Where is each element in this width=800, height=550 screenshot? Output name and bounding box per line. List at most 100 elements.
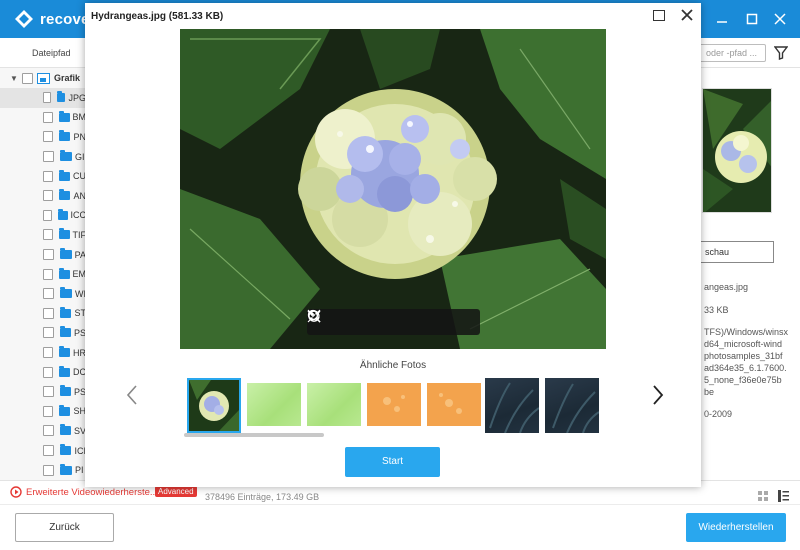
- folder-icon: [59, 424, 71, 436]
- tree-item[interactable]: JPG: [0, 88, 86, 108]
- photo-preview: [180, 29, 606, 349]
- tree-item[interactable]: SH: [0, 402, 86, 422]
- chevron-left-icon[interactable]: [125, 384, 139, 406]
- tree-item[interactable]: GI: [0, 147, 86, 167]
- checkbox[interactable]: [22, 72, 33, 84]
- tree-root-graphics[interactable]: ▼ Grafik: [10, 70, 80, 86]
- restore-button[interactable]: Wiederherstellen: [686, 513, 786, 542]
- checkbox[interactable]: [43, 92, 52, 104]
- close-icon[interactable]: [679, 7, 695, 23]
- list-view-icon[interactable]: [778, 490, 789, 502]
- file-path-value: TFS)/Windows/winsx d64_microsoft-wind ph…: [704, 326, 796, 398]
- photo-preview-dialog: Hydrangeas.jpg (581.33 KB) Ähnliche Foto…: [85, 3, 701, 487]
- zoom-out-icon[interactable]: [307, 309, 401, 330]
- advanced-video-recovery-link[interactable]: Erweiterte Videowiederherste...: [26, 487, 158, 498]
- file-type-tree: ▼ Grafik JPG BM PN GI CU AN ICC TIF PA EM WI ST PS HR…: [0, 68, 86, 480]
- folder-icon: [58, 208, 68, 220]
- checkbox[interactable]: [43, 209, 53, 221]
- folder-icon: [59, 306, 72, 318]
- checkbox[interactable]: [43, 405, 54, 417]
- thumbnail-orange[interactable]: [367, 383, 421, 426]
- tree-item[interactable]: ICI: [0, 441, 86, 461]
- path-line: ad364e35_6.1.7600.: [704, 363, 787, 373]
- rotate-right-icon[interactable]: [308, 310, 463, 330]
- folder-icon: [60, 287, 72, 299]
- tree-item[interactable]: ICC: [0, 206, 86, 226]
- folder-icon: [58, 228, 70, 240]
- tree-item-label: TIF: [72, 229, 87, 240]
- checkbox[interactable]: [43, 170, 54, 182]
- preview-button[interactable]: schau: [696, 241, 774, 263]
- tree-item[interactable]: WI: [0, 284, 86, 304]
- checkbox[interactable]: [43, 425, 54, 437]
- checkbox[interactable]: [43, 268, 53, 280]
- folder-icon: [59, 248, 72, 260]
- thumbnail-dark[interactable]: [545, 378, 599, 433]
- maximize-icon[interactable]: [653, 10, 665, 21]
- tree-item[interactable]: DC: [0, 362, 86, 382]
- thumbnail-orange[interactable]: [427, 383, 481, 426]
- rotate-left-icon[interactable]: [307, 310, 432, 330]
- path-line: 5_none_f36e0e75b: [704, 375, 782, 385]
- tree-item[interactable]: TIF: [0, 225, 86, 245]
- tree-item-label: PI: [75, 465, 84, 476]
- tree-item[interactable]: PI: [0, 460, 86, 480]
- minimize-icon[interactable]: [713, 10, 731, 28]
- file-thumbnail: [702, 88, 772, 213]
- tree-item[interactable]: PS: [0, 382, 86, 402]
- tree-item[interactable]: PA: [0, 245, 86, 265]
- chevron-down-icon[interactable]: ▼: [10, 74, 22, 83]
- tree-item[interactable]: PN: [0, 127, 86, 147]
- checkbox[interactable]: [43, 347, 54, 359]
- checkbox[interactable]: [43, 249, 54, 261]
- tree-item[interactable]: AN: [0, 186, 86, 206]
- chevron-right-icon[interactable]: [651, 384, 665, 406]
- checkbox[interactable]: [43, 307, 54, 319]
- close-icon[interactable]: [771, 10, 789, 28]
- tree-item[interactable]: PS: [0, 323, 86, 343]
- tree-item[interactable]: HR: [0, 343, 86, 363]
- checkbox[interactable]: [43, 151, 54, 163]
- start-button[interactable]: Start: [345, 447, 440, 477]
- thumbnail-green[interactable]: [247, 383, 301, 426]
- folder-icon: [60, 463, 72, 475]
- zoom-in-icon[interactable]: [307, 309, 371, 330]
- folder-icon: [59, 404, 71, 416]
- folder-icon: [59, 326, 71, 338]
- path-line: be: [704, 387, 715, 397]
- advanced-badge: Advanced: [155, 486, 197, 497]
- thumbnail-hydrangea[interactable]: [187, 378, 241, 433]
- checkbox[interactable]: [43, 111, 53, 123]
- checkbox[interactable]: [43, 190, 54, 202]
- file-date-value: 0-2009: [704, 409, 733, 419]
- checkbox[interactable]: [43, 366, 54, 378]
- checkbox[interactable]: [43, 288, 54, 300]
- thumbnail-green[interactable]: [307, 383, 361, 426]
- filter-icon[interactable]: [774, 46, 788, 60]
- tree-item-label: EM: [72, 269, 87, 280]
- checkbox[interactable]: [43, 327, 54, 339]
- checkbox[interactable]: [43, 464, 54, 476]
- thumbnail-scrollbar[interactable]: [184, 433, 324, 437]
- entries-count: 378496 Einträge, 173.49 GB: [205, 492, 320, 502]
- tree-item-label: JPG: [68, 92, 86, 103]
- checkbox[interactable]: [43, 229, 53, 241]
- tree-item[interactable]: ST: [0, 304, 86, 324]
- tree-item[interactable]: EM: [0, 264, 86, 284]
- search-input[interactable]: oder -pfad ...: [690, 44, 766, 62]
- path-line: TFS)/Windows/winsx: [704, 327, 789, 337]
- thumbnail-dark[interactable]: [485, 378, 539, 433]
- grid-view-icon[interactable]: [758, 491, 768, 501]
- back-button[interactable]: Zurück: [15, 513, 114, 542]
- maximize-icon[interactable]: [743, 10, 761, 28]
- footer-bar: Zurück Wiederherstellen: [0, 504, 800, 550]
- tree-item[interactable]: BM: [0, 108, 86, 128]
- checkbox[interactable]: [43, 386, 54, 398]
- tree-item[interactable]: SV: [0, 421, 86, 441]
- checkbox[interactable]: [43, 131, 54, 143]
- checkbox[interactable]: [43, 445, 54, 457]
- fit-screen-icon[interactable]: [307, 309, 340, 330]
- column-header-path[interactable]: Dateipfad: [32, 48, 71, 58]
- tree-item[interactable]: CU: [0, 166, 86, 186]
- hydrangea-image: [180, 29, 606, 349]
